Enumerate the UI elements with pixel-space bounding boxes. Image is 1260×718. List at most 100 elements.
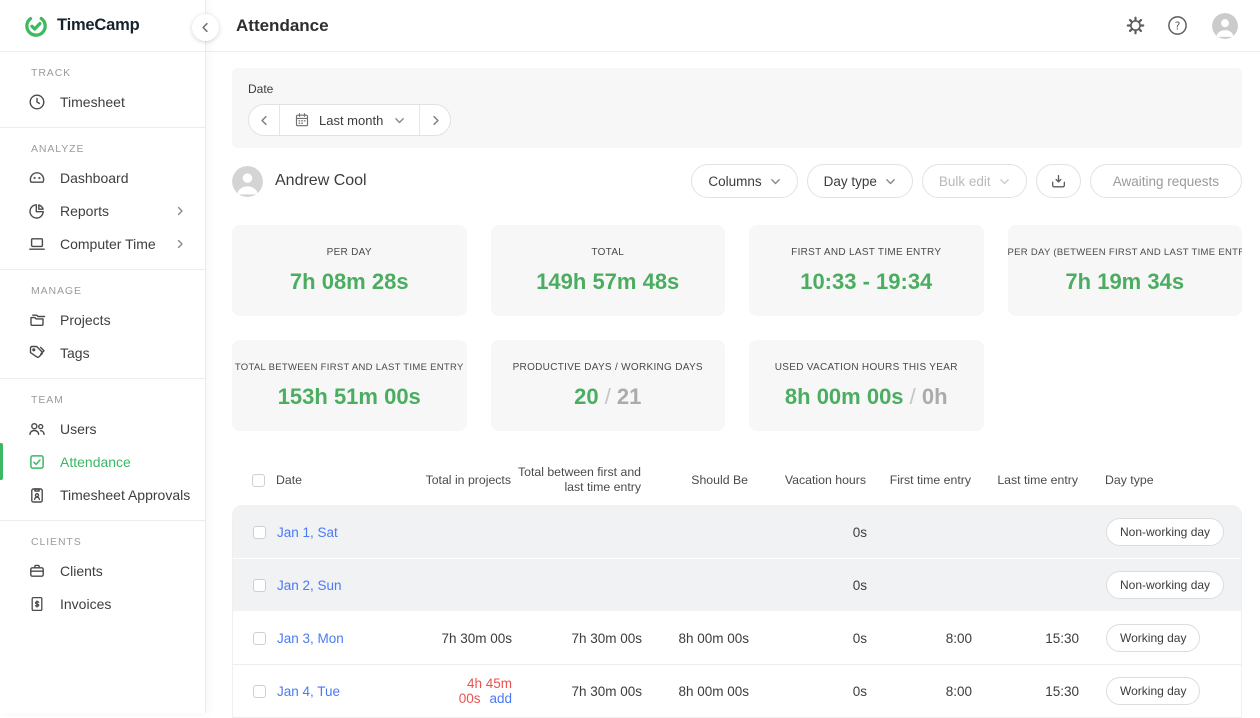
attendance-table: Date Total in projects Total between fir… xyxy=(232,455,1242,718)
table-row: Jan 4, Tue 4h 45m 00sadd 7h 30m 00s 8h 0… xyxy=(233,665,1241,718)
stat-value: 8h 00m 00s / 0h xyxy=(749,384,984,410)
table-body: Jan 1, Sat 0s Non-working day Jan 2, Sun… xyxy=(232,505,1242,718)
table-row: Jan 2, Sun 0s Non-working day xyxy=(233,559,1241,612)
should-be-value: 8h 00m 00s xyxy=(642,631,749,646)
chevron-down-icon xyxy=(394,115,405,126)
day-type-pill[interactable]: Non-working day xyxy=(1106,518,1224,546)
table-row: Jan 1, Sat 0s Non-working day xyxy=(233,506,1241,559)
sidebar-item-timesheet-approvals[interactable]: Timesheet Approvals xyxy=(0,478,205,511)
awaiting-requests-button[interactable]: Awaiting requests xyxy=(1090,164,1242,198)
sidebar-item-label: Users xyxy=(60,421,97,437)
sidebar-item-label: Projects xyxy=(60,312,111,328)
stat-card-total: TOTAL 149h 57m 48s xyxy=(491,225,726,316)
date-link[interactable]: Jan 3, Mon xyxy=(277,631,344,646)
vacation-hours-value: 0s xyxy=(749,684,867,699)
stat-card-per-day: PER DAY 7h 08m 28s xyxy=(232,225,467,316)
stat-card-total-between: TOTAL BETWEEN FIRST AND LAST TIME ENTRY … xyxy=(232,340,467,431)
users-icon xyxy=(28,420,46,438)
stat-label: PER DAY xyxy=(232,247,467,258)
settings-gear-icon[interactable] xyxy=(1126,16,1145,35)
sidebar-item-users[interactable]: Users xyxy=(0,412,205,445)
columns-dropdown[interactable]: Columns xyxy=(691,164,797,198)
stat-label: USED VACATION HOURS THIS YEAR xyxy=(749,362,984,373)
sidebar-collapse-button[interactable] xyxy=(192,14,219,41)
sidebar-item-projects[interactable]: Projects xyxy=(0,303,205,336)
row-checkbox[interactable] xyxy=(253,526,266,539)
stat-card-per-day-between: PER DAY (BETWEEN FIRST AND LAST TIME ENT… xyxy=(1008,225,1243,316)
stat-label: TOTAL xyxy=(491,247,726,258)
add-time-link[interactable]: add xyxy=(489,691,512,706)
sidebar-item-clients[interactable]: Clients xyxy=(0,554,205,587)
chevron-down-icon xyxy=(885,176,896,187)
day-type-pill[interactable]: Working day xyxy=(1106,677,1200,705)
sidebar-item-label: Timesheet Approvals xyxy=(60,487,190,503)
sidebar-item-computer-time[interactable]: Computer Time xyxy=(0,227,205,260)
attendance-checkbox-icon xyxy=(28,453,46,471)
timecamp-logo-icon xyxy=(24,14,48,38)
sidebar: TimeCamp TRACK Timesheet ANALYZE Dashboa… xyxy=(0,0,206,713)
section-label-analyze: ANALYZE xyxy=(0,143,205,161)
day-type-dropdown[interactable]: Day type xyxy=(807,164,913,198)
date-link[interactable]: Jan 4, Tue xyxy=(277,684,340,699)
stat-label: PER DAY (BETWEEN FIRST AND LAST TIME ENT… xyxy=(1008,247,1243,258)
date-range-selector[interactable]: Last month xyxy=(279,105,420,135)
folders-icon xyxy=(28,311,46,329)
bulk-edit-dropdown[interactable]: Bulk edit xyxy=(922,164,1027,198)
date-link[interactable]: Jan 1, Sat xyxy=(277,525,338,540)
user-avatar[interactable] xyxy=(1212,13,1238,39)
stat-label: TOTAL BETWEEN FIRST AND LAST TIME ENTRY xyxy=(232,362,467,373)
clock-icon xyxy=(28,93,46,111)
row-checkbox[interactable] xyxy=(253,685,266,698)
date-link[interactable]: Jan 2, Sun xyxy=(277,578,342,593)
total-between-value: 7h 30m 00s xyxy=(512,631,642,646)
sidebar-item-tags[interactable]: Tags xyxy=(0,336,205,369)
export-button[interactable] xyxy=(1036,164,1081,198)
page-title: Attendance xyxy=(236,16,1104,36)
day-type-pill[interactable]: Non-working day xyxy=(1106,571,1224,599)
chevron-down-icon xyxy=(999,176,1010,187)
day-type-dropdown-label: Day type xyxy=(824,174,877,189)
column-header-date: Date xyxy=(276,473,416,488)
select-all-checkbox[interactable] xyxy=(252,474,265,487)
stats-row-1: PER DAY 7h 08m 28s TOTAL 149h 57m 48s FI… xyxy=(232,225,1242,316)
download-icon xyxy=(1050,173,1067,190)
sidebar-item-attendance[interactable]: Attendance xyxy=(0,445,205,478)
stat-card-productive-days: PRODUCTIVE DAYS / WORKING DAYS 20 / 21 xyxy=(491,340,726,431)
stat-label: PRODUCTIVE DAYS / WORKING DAYS xyxy=(491,362,726,373)
sidebar-item-dashboard[interactable]: Dashboard xyxy=(0,161,205,194)
stat-value-secondary: 21 xyxy=(617,384,641,409)
stat-card-first-last-entry: FIRST AND LAST TIME ENTRY 10:33 - 19:34 xyxy=(749,225,984,316)
sidebar-item-label: Clients xyxy=(60,563,103,579)
reports-icon xyxy=(28,202,46,220)
sidebar-item-label: Attendance xyxy=(60,454,131,470)
section-label-team: TEAM xyxy=(0,394,205,412)
total-in-projects-value: 7h 30m 00s xyxy=(417,631,512,646)
day-type-pill[interactable]: Working day xyxy=(1106,624,1200,652)
awaiting-requests-label: Awaiting requests xyxy=(1113,174,1219,189)
brand-logo: TimeCamp xyxy=(0,0,205,52)
vacation-hours-value: 0s xyxy=(749,525,867,540)
employee-name: Andrew Cool xyxy=(275,172,682,190)
briefcase-icon xyxy=(28,562,46,580)
sidebar-item-timesheet[interactable]: Timesheet xyxy=(0,85,205,118)
total-between-value: 7h 30m 00s xyxy=(512,684,642,699)
row-checkbox[interactable] xyxy=(253,579,266,592)
first-time-entry-value: 8:00 xyxy=(867,684,972,699)
column-header-last-time-entry: Last time entry xyxy=(971,473,1078,488)
column-header-first-time-entry: First time entry xyxy=(866,473,971,488)
stat-value: 20 / 21 xyxy=(491,384,726,410)
table-header-row: Date Total in projects Total between fir… xyxy=(232,455,1242,505)
brand-name: TimeCamp xyxy=(57,16,139,35)
vacation-hours-value: 0s xyxy=(749,578,867,593)
previous-period-button[interactable] xyxy=(249,105,279,135)
next-period-button[interactable] xyxy=(420,105,450,135)
sidebar-item-reports[interactable]: Reports xyxy=(0,194,205,227)
stat-value-main: 20 xyxy=(574,384,598,409)
sidebar-item-invoices[interactable]: Invoices xyxy=(0,587,205,620)
help-icon[interactable]: ? xyxy=(1167,15,1188,36)
row-checkbox[interactable] xyxy=(253,632,266,645)
date-range-value: Last month xyxy=(319,113,383,128)
main-area: Attendance ? Date xyxy=(206,0,1260,713)
sidebar-item-label: Tags xyxy=(60,345,90,361)
calendar-icon xyxy=(294,112,310,128)
